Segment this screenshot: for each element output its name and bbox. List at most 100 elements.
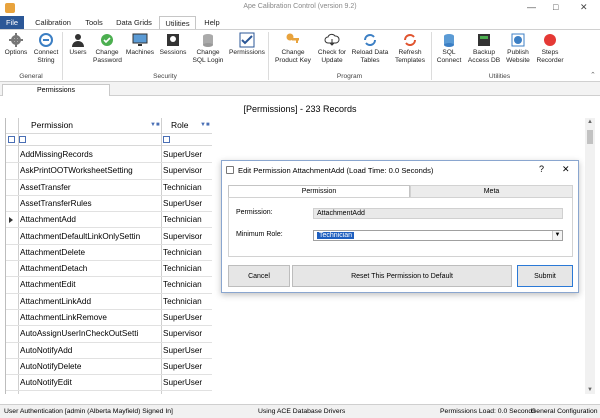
backup-icon [478, 34, 490, 46]
maximize-icon[interactable]: □ [553, 2, 558, 12]
cell-permission: AddMissingRecords [20, 150, 93, 159]
close-icon[interactable]: ✕ [562, 164, 570, 175]
dialog-tabs: Permission Meta [228, 185, 573, 197]
group-separator [62, 32, 63, 80]
tab-tools[interactable]: Tools [80, 16, 108, 29]
change-password-button[interactable]: Change Password [93, 32, 122, 65]
cancel-button[interactable]: Cancel [228, 265, 290, 287]
table-row[interactable]: AttachmentDetach Technician [6, 261, 212, 278]
cell-role: SuperUser [163, 198, 203, 208]
doc-tab-permissions[interactable]: Permissions [2, 84, 110, 96]
select-all-checkbox[interactable] [8, 136, 15, 143]
cell-permission: AttachmentDelete [20, 247, 86, 257]
table-row[interactable]: AddMissingRecords SuperUser [6, 147, 212, 164]
cell-permission: AssetTransfer [20, 182, 71, 192]
database-icon [203, 34, 213, 47]
users-icon [72, 34, 84, 47]
tab-help[interactable]: Help [200, 16, 224, 29]
tab-utilities[interactable]: Utilities [159, 16, 196, 29]
connect-string-button[interactable]: Connect String [32, 32, 60, 65]
scroll-down-icon[interactable]: ▼ [586, 387, 594, 393]
grid-title: [Permissions] - 233 Records [243, 104, 357, 114]
refresh-templates-button[interactable]: Refresh Templates [392, 32, 428, 65]
sessions-label: Sessions [159, 49, 187, 56]
table-row[interactable]: AssetTransfer Technician [6, 180, 212, 196]
table-row[interactable]: AttachmentDelete Technician [6, 245, 212, 262]
reload-data-tables-button[interactable]: Reload Data Tables [350, 32, 390, 65]
cell-role: Supervisor [163, 329, 203, 339]
group-label-general: General [19, 73, 43, 80]
permission-field: AttachmentAdd [313, 208, 563, 219]
publish-icon [511, 33, 525, 47]
document-tab-strip: Permissions [0, 82, 600, 96]
cell-permission: AttachmentAdd [20, 215, 76, 225]
help-icon[interactable]: ? [539, 164, 544, 174]
permissions-button[interactable]: Permissions [228, 32, 266, 57]
sql-connect-button[interactable]: SQL Connect [434, 32, 464, 65]
chevron-down-icon[interactable]: ▼ [552, 231, 562, 240]
filter-checkbox[interactable] [163, 136, 170, 143]
tab-meta[interactable]: Meta [410, 185, 573, 197]
filter-icon[interactable]: ▼■ [150, 122, 160, 128]
cell-permission: AttachmentLinkRemove [20, 313, 107, 322]
group-label-utilities: Utilities [488, 73, 511, 80]
edit-permission-dialog: Edit Permission AttachmentAdd (Load Time… [221, 160, 579, 293]
backup-access-db-button[interactable]: Backup Access DB [466, 32, 502, 65]
machines-button[interactable]: Machines [124, 32, 156, 57]
table-row[interactable]: AttachmentLinkRemove SuperUser [6, 310, 212, 327]
group-separator [431, 32, 432, 80]
table-row[interactable]: AttachmentDefaultLinkOnlySettin Superviso… [6, 229, 212, 245]
table-row[interactable]: AutoNotifyEdit SuperUser [6, 375, 212, 392]
tab-data-grids[interactable]: Data Grids [113, 16, 155, 29]
table-row[interactable]: AttachmentLinkAdd Technician [6, 294, 212, 310]
minimum-role-select[interactable]: Technician ▼ [313, 230, 563, 241]
filter-icon[interactable]: ▼■ [200, 122, 210, 128]
cell-permission: AttachmentDetach [20, 264, 88, 274]
table-row[interactable]: AutoAssignUserInCheckOutSetti Supervisor [6, 326, 212, 343]
vertical-scrollbar[interactable]: ▲ ▼ [585, 118, 595, 394]
options-button[interactable]: Options [2, 32, 30, 57]
status-authentication: User Authentication [admin (Alberta Mayf… [4, 408, 173, 415]
table-row[interactable]: AutoNotifyDelete SuperUser [6, 359, 212, 376]
scroll-up-icon[interactable]: ▲ [586, 119, 594, 125]
publish-website-label: Publish Website [506, 49, 530, 64]
minimize-icon[interactable]: — [527, 2, 536, 12]
reset-permission-button[interactable]: Reset This Permission to Default [292, 265, 512, 287]
change-product-key-button[interactable]: Change Product Key [271, 32, 315, 65]
publish-website-button[interactable]: Publish Website [503, 32, 533, 65]
options-label: Options [4, 49, 28, 56]
scrollbar-thumb[interactable] [587, 130, 593, 144]
cell-permission: AutoAssignUserInCheckOutSetti [20, 329, 139, 339]
refresh-templates-label: Refresh Templates [394, 49, 426, 64]
tab-file[interactable]: File [0, 16, 24, 29]
check-for-update-button[interactable]: Check for Update [316, 32, 348, 65]
users-button[interactable]: Users [64, 32, 92, 57]
tab-permission[interactable]: Permission [228, 185, 410, 197]
tab-calibration[interactable]: Calibration [30, 16, 76, 29]
cell-role: Supervisor [163, 166, 203, 176]
submit-button[interactable]: Submit [517, 265, 573, 287]
dialog-window-icon [226, 166, 234, 174]
collapse-ribbon-icon[interactable]: ⌃ [590, 71, 596, 79]
table-row[interactable]: AutoNotifyAdd SuperUser [6, 343, 212, 359]
sessions-button[interactable]: Sessions [158, 32, 188, 57]
close-icon[interactable]: ✕ [580, 2, 588, 13]
status-database-driver: Using ACE Database Drivers [258, 408, 346, 415]
sql-connect-label: SQL Connect [436, 49, 462, 64]
cell-permission: AssetTransferRules [20, 198, 92, 208]
table-row[interactable]: AssetTransferRules SuperUser [6, 196, 212, 213]
column-header-role[interactable]: Role [171, 118, 188, 133]
steps-recorder-button[interactable]: Steps Recorder [535, 32, 565, 65]
checkmark-icon [239, 32, 255, 48]
change-sql-login-button[interactable]: Change SQL Login [190, 32, 226, 65]
cell-permission: AutoNotifyEdit [20, 378, 72, 388]
key-icon [286, 33, 299, 43]
group-separator [268, 32, 269, 80]
table-row[interactable]: AskPrintOOTWorksheetSetting Supervisor [6, 163, 212, 180]
column-header-permission[interactable]: Permission [31, 118, 73, 133]
permission-panel: Permission: AttachmentAdd Minimum Role: … [228, 197, 573, 257]
backup-access-db-label: Backup Access DB [467, 49, 501, 64]
filter-checkbox[interactable] [19, 136, 26, 143]
table-row[interactable]: AttachmentEdit Technician [6, 277, 212, 294]
table-row-selected[interactable]: AttachmentAdd Technician [6, 212, 212, 229]
